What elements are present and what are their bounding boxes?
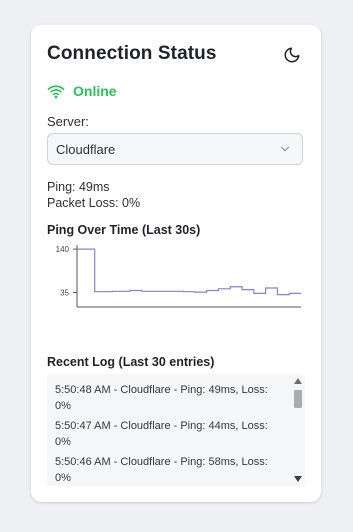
connection-status-card: Connection Status Online Server: Cloudfl…	[31, 25, 321, 502]
log-entry: 5:50:47 AM - Cloudflare - Ping: 44ms, Lo…	[55, 418, 289, 450]
page-title: Connection Status	[47, 43, 217, 64]
chart-series-line	[77, 248, 301, 296]
ping-chart: 140 35	[56, 245, 301, 308]
chart-title: Ping Over Time (Last 30s)	[47, 223, 201, 237]
wifi-icon	[47, 85, 65, 99]
connection-status: Online	[47, 83, 117, 99]
log-entry: 5:50:46 AM - Cloudflare - Ping: 58ms, Lo…	[55, 454, 289, 486]
status-text: Online	[73, 83, 117, 99]
log-scrollbar[interactable]	[291, 374, 305, 486]
moon-icon	[284, 47, 300, 63]
server-label: Server:	[47, 114, 89, 129]
log-entry-text: 5:50:47 AM - Cloudflare - Ping: 44ms, Lo…	[55, 420, 268, 432]
log-list: 5:50:48 AM - Cloudflare - Ping: 49ms, Lo…	[55, 382, 289, 486]
scroll-up-arrow-icon[interactable]	[294, 376, 302, 386]
scroll-down-arrow-icon[interactable]	[294, 474, 302, 484]
log-entry-text-cont: 0%	[55, 472, 71, 484]
theme-toggle-button[interactable]	[282, 45, 302, 65]
chevron-down-icon	[280, 146, 290, 152]
log-entry-text: 5:50:46 AM - Cloudflare - Ping: 58ms, Lo…	[55, 456, 268, 468]
log-panel: 5:50:48 AM - Cloudflare - Ping: 49ms, Lo…	[47, 374, 305, 486]
chart-y-tick-label: 140	[56, 245, 70, 254]
scroll-thumb[interactable]	[294, 390, 302, 408]
server-select[interactable]: Cloudflare	[47, 133, 303, 165]
log-entry-text: 5:50:48 AM - Cloudflare - Ping: 49ms, Lo…	[55, 384, 268, 396]
log-title: Recent Log (Last 30 entries)	[47, 355, 215, 369]
log-entry: 5:50:48 AM - Cloudflare - Ping: 49ms, Lo…	[55, 382, 289, 414]
packet-loss-value: Packet Loss: 0%	[47, 196, 141, 210]
log-entry-text-cont: 0%	[55, 400, 71, 412]
chart-y-tick-label: 35	[60, 289, 69, 298]
server-select-value: Cloudflare	[56, 141, 116, 157]
connection-stats: Ping: 49ms Packet Loss: 0%	[47, 179, 140, 211]
ping-value: Ping: 49ms	[47, 180, 110, 194]
log-entry-text-cont: 0%	[55, 436, 71, 448]
